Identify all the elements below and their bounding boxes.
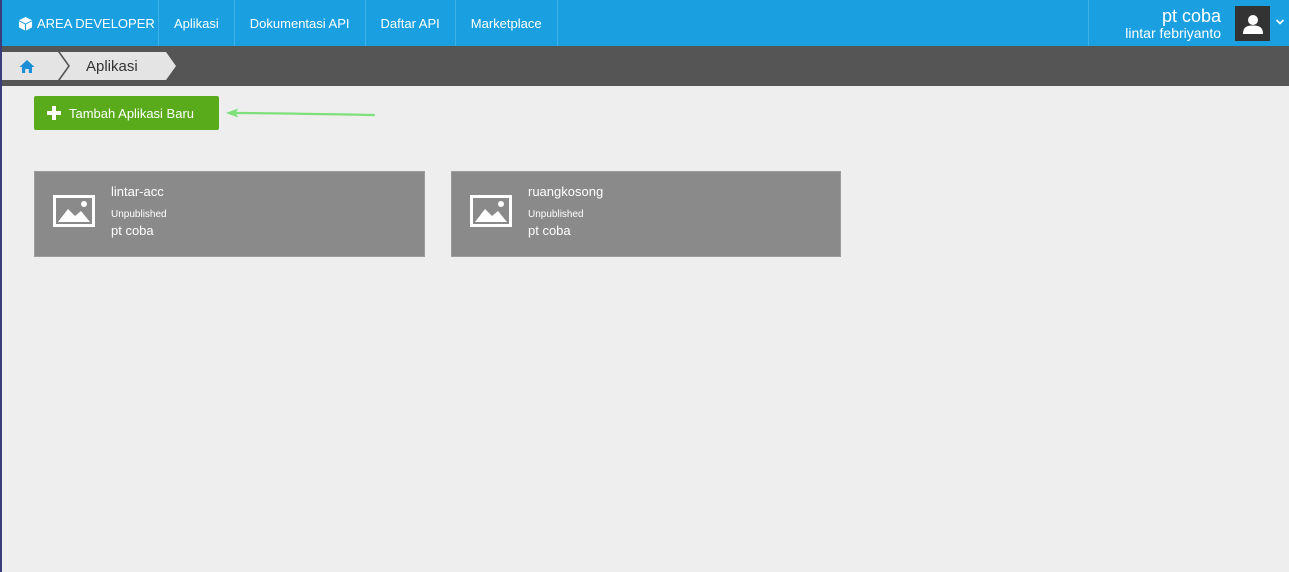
window-edge	[0, 0, 2, 572]
user-icon	[1242, 14, 1263, 34]
cube-icon	[18, 16, 33, 30]
nav-aplikasi[interactable]: Aplikasi	[158, 0, 234, 46]
top-navbar: AREA DEVELOPER Aplikasi Dokumentasi API …	[0, 0, 1289, 46]
app-owner: pt coba	[528, 223, 571, 238]
user-name: lintar febriyanto	[1125, 25, 1221, 41]
nav-daftar-api[interactable]: Daftar API	[364, 0, 455, 46]
add-app-button[interactable]: Tambah Aplikasi Baru	[34, 96, 219, 130]
user-menu[interactable]: pt coba lintar febriyanto	[1088, 0, 1289, 46]
nav-marketplace[interactable]: Marketplace	[454, 0, 558, 46]
add-app-label: Tambah Aplikasi Baru	[69, 105, 195, 121]
brand-label: AREA DEVELOPER	[37, 15, 155, 31]
chevron-down-icon[interactable]	[1275, 17, 1285, 27]
image-placeholder-icon	[470, 195, 512, 227]
breadcrumb: Aplikasi	[0, 46, 1289, 86]
home-icon	[19, 59, 35, 73]
brand[interactable]: AREA DEVELOPER	[0, 0, 158, 46]
user-company: pt coba	[1161, 6, 1221, 26]
app-status: Unpublished	[528, 209, 584, 220]
breadcrumb-home[interactable]	[2, 52, 68, 80]
image-placeholder-icon	[53, 195, 95, 227]
user-info: pt coba lintar febriyanto	[1125, 7, 1221, 40]
app-name: ruangkosong	[528, 184, 604, 199]
annotation-arrow	[226, 108, 376, 118]
app-owner: pt coba	[111, 223, 154, 238]
app-name: lintar-acc	[111, 184, 164, 199]
app-card[interactable]: ruangkosong Unpublished pt coba	[451, 171, 841, 257]
breadcrumb-current: Aplikasi	[60, 52, 176, 80]
nav-dokumentasi-api[interactable]: Dokumentasi API	[233, 0, 365, 46]
plus-icon	[47, 106, 61, 120]
app-status: Unpublished	[111, 209, 167, 220]
avatar[interactable]	[1235, 6, 1270, 41]
app-card[interactable]: lintar-acc Unpublished pt coba	[34, 171, 425, 257]
